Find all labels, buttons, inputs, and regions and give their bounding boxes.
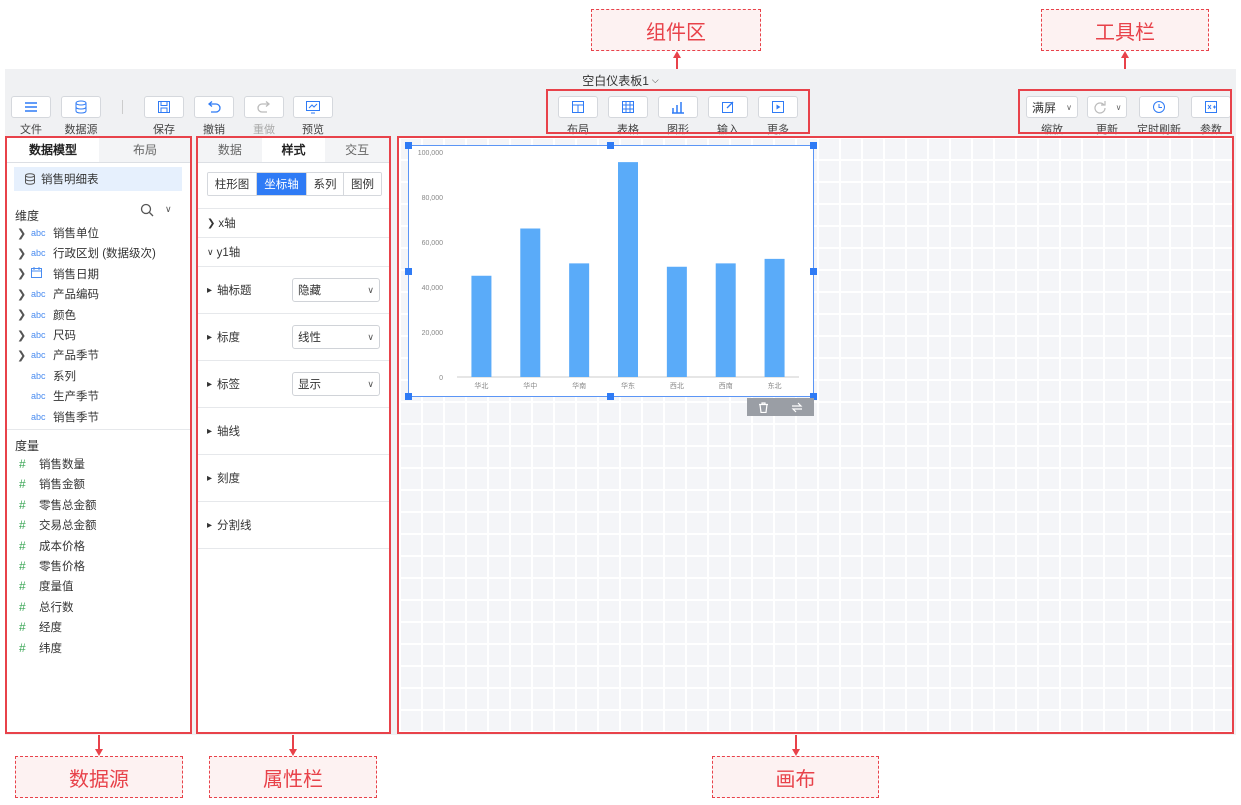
callout-data-source-text: 数据源 bbox=[69, 768, 129, 791]
redo-label: 重做 bbox=[253, 124, 275, 136]
callout-arrow bbox=[94, 749, 103, 756]
chevron-down-icon: ⌵ bbox=[651, 74, 659, 85]
undo-label: 撤销 bbox=[203, 124, 225, 136]
save-icon bbox=[144, 96, 184, 118]
preview-button[interactable]: 预览 bbox=[293, 96, 333, 137]
callout-arrow bbox=[288, 749, 297, 756]
callout-property-bar-text: 属性栏 bbox=[263, 768, 323, 791]
callout-toolbar-text: 工具栏 bbox=[1095, 21, 1155, 44]
redo-icon bbox=[244, 96, 284, 118]
undo-button[interactable]: 撤销 bbox=[194, 96, 234, 137]
callout-property-bar: 属性栏 bbox=[209, 756, 377, 798]
callout-canvas: 画布 bbox=[712, 756, 879, 798]
canvas-highlight bbox=[397, 136, 1234, 734]
callout-toolbar: 工具栏 bbox=[1041, 9, 1209, 51]
file-button[interactable]: 文件 bbox=[11, 96, 51, 137]
component-area-highlight bbox=[546, 89, 810, 134]
callout-arrow bbox=[672, 51, 681, 58]
callout-line bbox=[98, 735, 100, 750]
toolbar-highlight bbox=[1018, 89, 1232, 134]
callout-arrow bbox=[1120, 51, 1129, 58]
file-label: 文件 bbox=[20, 124, 42, 136]
toolbar-divider bbox=[122, 100, 123, 114]
save-button[interactable]: 保存 bbox=[144, 96, 184, 137]
callout-line bbox=[292, 735, 294, 750]
menu-icon bbox=[11, 96, 51, 118]
save-label: 保存 bbox=[153, 124, 175, 136]
dashboard-title[interactable]: 空白仪表板1 ⌵ bbox=[5, 69, 1236, 91]
datasource-button[interactable]: 数据源 bbox=[61, 96, 101, 137]
callout-line bbox=[795, 735, 797, 750]
callout-canvas-text: 画布 bbox=[775, 768, 816, 791]
undo-icon bbox=[194, 96, 234, 118]
database-icon bbox=[61, 96, 101, 118]
callout-component-area: 组件区 bbox=[591, 9, 761, 51]
callout-component-area-text: 组件区 bbox=[646, 21, 706, 44]
preview-label: 预览 bbox=[302, 124, 324, 136]
dashboard-title-text: 空白仪表板1 bbox=[582, 73, 649, 88]
callout-arrow bbox=[791, 749, 800, 756]
preview-icon bbox=[293, 96, 333, 118]
property-bar-highlight bbox=[196, 136, 391, 734]
redo-button[interactable]: 重做 bbox=[244, 96, 284, 137]
datasource-label: 数据源 bbox=[64, 124, 98, 136]
data-source-highlight bbox=[5, 136, 192, 734]
callout-data-source: 数据源 bbox=[15, 756, 183, 798]
